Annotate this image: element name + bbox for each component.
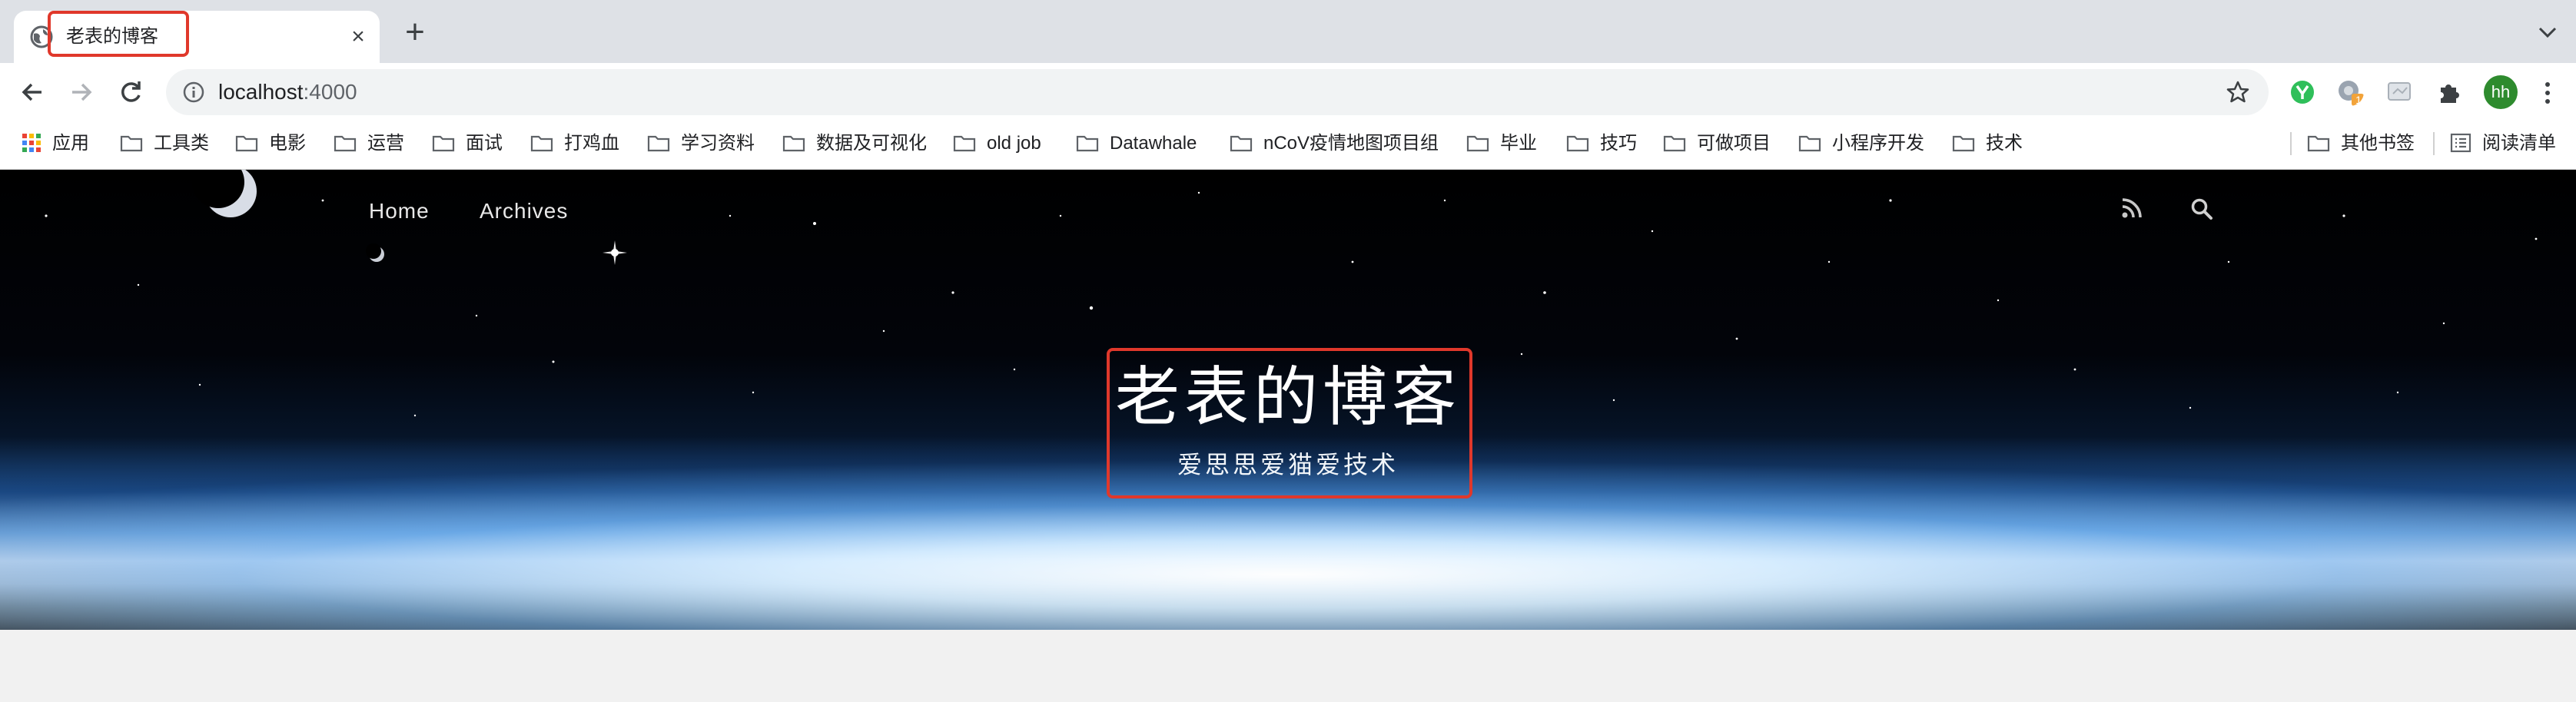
folder-icon bbox=[235, 135, 258, 151]
forward-arrow-icon[interactable] bbox=[66, 77, 97, 108]
bookmark-folder[interactable]: 打鸡血 bbox=[530, 131, 619, 157]
folder-icon bbox=[120, 135, 143, 151]
tab-close-button[interactable]: × bbox=[346, 25, 370, 49]
url-host: localhost bbox=[218, 80, 304, 104]
bookmark-folder[interactable]: 运营 bbox=[334, 131, 404, 157]
tab-strip: 老表的博客 × + bbox=[0, 0, 2576, 63]
reading-list-icon bbox=[2450, 133, 2471, 152]
apps-grid-icon bbox=[22, 133, 41, 152]
folder-icon bbox=[953, 135, 976, 151]
bookmark-other-folder[interactable]: 其他书签 bbox=[2307, 131, 2415, 157]
bookmark-label: 毕业 bbox=[1500, 133, 1537, 154]
bookmark-label: 技术 bbox=[1986, 133, 2023, 154]
bookmark-label: 面试 bbox=[466, 133, 503, 154]
folder-icon bbox=[1798, 135, 1821, 151]
bookmark-label: Datawhale bbox=[1110, 133, 1197, 154]
bookmark-folder[interactable]: 技巧 bbox=[1566, 131, 1637, 157]
folder-icon bbox=[334, 135, 357, 151]
folder-icon bbox=[1663, 135, 1686, 151]
bookmark-label: 小程序开发 bbox=[1832, 133, 1924, 154]
bookmark-apps[interactable]: 应用 bbox=[22, 131, 89, 157]
bookmark-label: 可做项目 bbox=[1697, 133, 1771, 154]
blog-header-banner: Home Archives 老表的博客 爱思思爱猫爱技术 bbox=[0, 170, 2576, 630]
bookmark-folder[interactable]: Datawhale bbox=[1076, 131, 1197, 157]
page-content-area bbox=[0, 630, 2576, 702]
extension-y-icon[interactable] bbox=[2289, 78, 2316, 106]
nav-link-home[interactable]: Home bbox=[369, 199, 430, 224]
bookmark-folder[interactable]: 可做项目 bbox=[1663, 131, 1771, 157]
bookmark-folder[interactable]: 面试 bbox=[432, 131, 503, 157]
back-arrow-icon[interactable] bbox=[17, 77, 48, 108]
bookmarks-divider bbox=[2290, 132, 2292, 155]
reload-icon[interactable] bbox=[115, 77, 146, 108]
reading-list-button[interactable]: 阅读清单 bbox=[2450, 131, 2556, 157]
extension-window-icon[interactable] bbox=[2385, 78, 2413, 106]
bookmark-folder[interactable]: 电影 bbox=[235, 131, 306, 157]
folder-icon bbox=[1566, 135, 1589, 151]
bookmark-folder[interactable]: old job bbox=[953, 131, 1041, 157]
folder-icon bbox=[1230, 135, 1253, 151]
profile-avatar[interactable]: hh bbox=[2484, 75, 2518, 109]
bookmark-label: 运营 bbox=[367, 133, 404, 154]
tab-title-highlight-box bbox=[48, 11, 189, 57]
bookmark-label: nCoV疫情地图项目组 bbox=[1263, 133, 1439, 154]
bookmark-label: old job bbox=[987, 133, 1041, 154]
bookmark-star-icon[interactable] bbox=[2226, 80, 2250, 104]
bookmark-label: 阅读清单 bbox=[2482, 133, 2556, 154]
bookmark-folder[interactable]: 学习资料 bbox=[647, 131, 755, 157]
folder-icon bbox=[647, 135, 670, 151]
url-port: :4000 bbox=[303, 80, 357, 104]
title-highlight-box bbox=[1107, 348, 1472, 498]
folder-icon bbox=[782, 135, 805, 151]
bookmark-folder[interactable]: nCoV疫情地图项目组 bbox=[1230, 131, 1439, 157]
bookmark-label: 打鸡血 bbox=[564, 133, 619, 154]
extensions-puzzle-icon[interactable] bbox=[2435, 78, 2462, 106]
folder-icon bbox=[432, 135, 455, 151]
nav-link-archives[interactable]: Archives bbox=[480, 199, 568, 224]
browser-toolbar: localhost:4000 1 hh bbox=[0, 63, 2576, 118]
bookmark-folder[interactable]: 毕业 bbox=[1466, 131, 1537, 157]
bookmark-label: 其他书签 bbox=[2341, 133, 2415, 154]
bookmark-folder[interactable]: 技术 bbox=[1952, 131, 2023, 157]
bookmark-label: 技巧 bbox=[1600, 133, 1637, 154]
bookmark-label: 工具类 bbox=[154, 133, 209, 154]
extension-badge: 1 bbox=[2355, 94, 2362, 106]
folder-icon bbox=[530, 135, 553, 151]
bookmarks-bar: 应用 工具类 电影 运营 面试 打鸡血 学习资料 数据及可视化 old job … bbox=[0, 118, 2576, 170]
rss-icon[interactable] bbox=[2121, 197, 2143, 219]
more-menu-icon[interactable] bbox=[2536, 80, 2559, 106]
folder-icon bbox=[1952, 135, 1975, 151]
bookmark-label: 数据及可视化 bbox=[816, 133, 927, 154]
url-text[interactable]: localhost:4000 bbox=[218, 78, 357, 106]
folder-icon bbox=[2307, 135, 2330, 151]
folder-icon bbox=[1076, 135, 1099, 151]
address-bar[interactable]: localhost:4000 bbox=[166, 69, 2269, 115]
bookmark-folder[interactable]: 数据及可视化 bbox=[782, 131, 927, 157]
chevron-down-icon[interactable] bbox=[2536, 23, 2559, 41]
bookmark-folder[interactable]: 小程序开发 bbox=[1798, 131, 1924, 157]
new-tab-button[interactable]: + bbox=[400, 15, 430, 49]
bookmark-label: 应用 bbox=[52, 133, 89, 154]
folder-icon bbox=[1466, 135, 1489, 151]
bookmark-folder[interactable]: 工具类 bbox=[120, 131, 209, 157]
bookmarks-divider bbox=[2433, 132, 2435, 155]
bookmark-label: 电影 bbox=[269, 133, 306, 154]
bookmark-label: 学习资料 bbox=[681, 133, 755, 154]
search-icon[interactable] bbox=[2190, 197, 2213, 220]
info-icon[interactable] bbox=[181, 80, 206, 104]
